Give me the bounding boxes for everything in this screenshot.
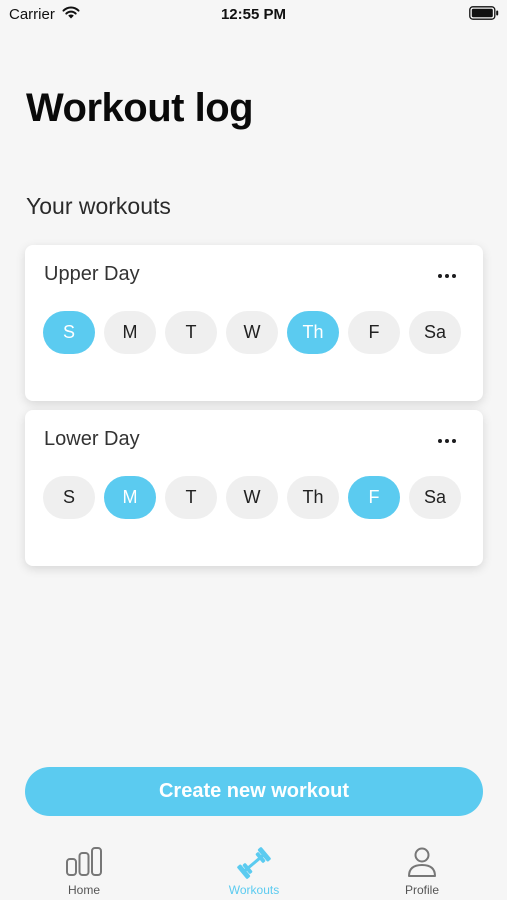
more-options-icon[interactable]: [433, 267, 461, 285]
tab-profile[interactable]: Profile: [362, 838, 482, 900]
day-pill-sunday[interactable]: S: [43, 311, 95, 354]
workout-card[interactable]: Upper Day S M T W Th F Sa: [25, 245, 483, 401]
page-title: Workout log: [26, 86, 254, 130]
day-pill-tuesday[interactable]: T: [165, 476, 217, 519]
tab-label: Profile: [404, 883, 439, 897]
day-pill-thursday[interactable]: Th: [287, 311, 339, 354]
dumbbell-icon: [237, 847, 271, 879]
workout-name: Upper Day: [44, 263, 140, 285]
day-pill-sunday[interactable]: S: [43, 476, 95, 519]
tab-label: Workouts: [228, 883, 280, 897]
tab-home[interactable]: Home: [24, 838, 144, 900]
day-pill-thursday[interactable]: Th: [287, 476, 339, 519]
day-pill-wednesday[interactable]: W: [226, 476, 278, 519]
day-pill-tuesday[interactable]: T: [165, 311, 217, 354]
workout-card[interactable]: Lower Day S M T W Th F Sa: [25, 410, 483, 566]
day-pill-saturday[interactable]: Sa: [409, 476, 461, 519]
section-title: Your workouts: [26, 193, 171, 219]
day-selector: S M T W Th F Sa: [43, 311, 461, 354]
more-options-icon[interactable]: [433, 432, 461, 450]
workout-log-screen: Carrier 12:55 PM Workout log Your workou…: [0, 0, 507, 900]
day-pill-friday[interactable]: F: [348, 311, 400, 354]
day-pill-monday[interactable]: M: [104, 476, 156, 519]
bar-chart-icon: [66, 847, 102, 876]
day-selector: S M T W Th F Sa: [43, 476, 461, 519]
person-icon: [408, 847, 436, 877]
status-time: 12:55 PM: [220, 6, 287, 23]
tab-bar: Home Workouts Profile: [0, 838, 507, 900]
day-pill-monday[interactable]: M: [104, 311, 156, 354]
create-workout-button[interactable]: Create new workout: [25, 767, 483, 816]
tab-label: Home: [67, 883, 100, 897]
day-pill-friday[interactable]: F: [348, 476, 400, 519]
status-bar: Carrier 12:55 PM: [0, 0, 507, 30]
day-pill-wednesday[interactable]: W: [226, 311, 278, 354]
day-pill-saturday[interactable]: Sa: [409, 311, 461, 354]
battery-icon: [469, 6, 499, 20]
tab-workouts[interactable]: Workouts: [194, 838, 314, 900]
workout-name: Lower Day: [44, 428, 140, 450]
